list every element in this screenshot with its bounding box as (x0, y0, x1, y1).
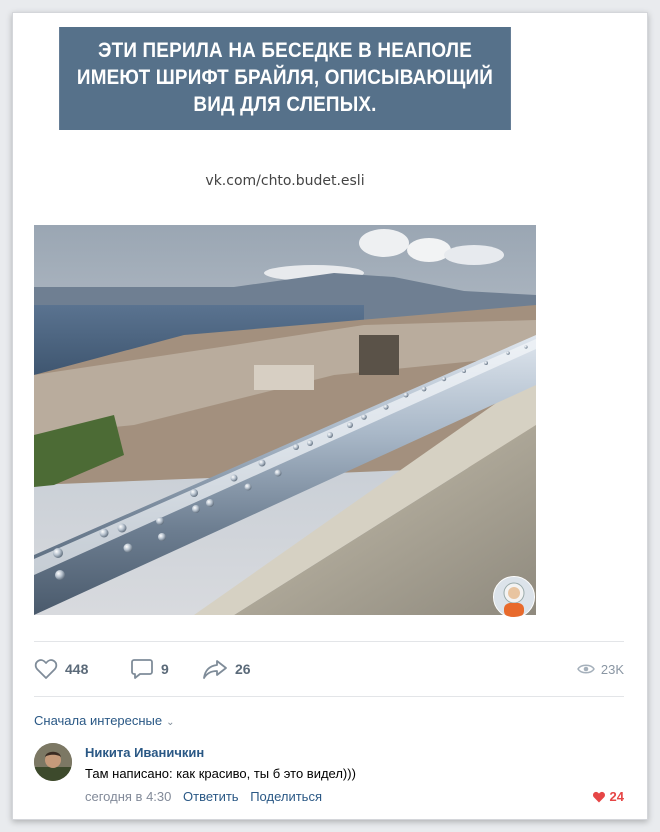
comment-text: Там написано: как красиво, ты б это виде… (85, 766, 356, 781)
post-card: ЭТИ ПЕРИЛА НА БЕСЕДКЕ В НЕАПОЛЕ ИМЕЮТ ШР… (12, 12, 648, 820)
banner-line: ИМЕЮТ ШРИФТ БРАЙЛЯ, ОПИСЫВАЮЩИЙ (76, 66, 494, 89)
share-count: 26 (235, 661, 251, 677)
avatar[interactable] (34, 743, 72, 781)
divider (34, 696, 624, 697)
banner-line: ЭТИ ПЕРИЛА НА БЕСЕДКЕ В НЕАПОЛЕ (97, 39, 473, 62)
source-watermark: vk.com/chto.budet.esli (205, 173, 365, 189)
comment-meta: сегодня в 4:30 Ответить Поделиться (85, 789, 322, 804)
braille-railing-photo (34, 225, 536, 615)
astronaut-avatar-icon[interactable] (493, 576, 535, 618)
like-button[interactable]: 448 (34, 655, 88, 683)
comment-sort-dropdown[interactable]: Сначала интересные ⌄ (34, 713, 175, 728)
views-counter: 23K (576, 655, 624, 683)
views-count: 23K (600, 661, 624, 677)
heart-icon (34, 659, 58, 679)
comment-time[interactable]: сегодня в 4:30 (85, 789, 171, 804)
post-photo[interactable] (34, 225, 536, 615)
comment-count: 9 (161, 661, 169, 677)
comment-button[interactable]: 9 (130, 655, 169, 683)
reply-link[interactable]: Ответить (183, 789, 239, 804)
like-count: 448 (65, 661, 89, 677)
eye-icon (576, 664, 595, 674)
divider (34, 641, 624, 642)
sort-label: Сначала интересные (34, 713, 163, 728)
banner-line: ВИД ДЛЯ СЛЕПЫХ. (193, 93, 377, 116)
comment-icon (131, 659, 153, 679)
share-arrow-icon (203, 660, 227, 679)
caption-banner: ЭТИ ПЕРИЛА НА БЕСЕДКЕ В НЕАПОЛЕ ИМЕЮТ ШР… (59, 27, 511, 130)
comment-item: Никита Иваничкин Там написано: как краси… (34, 743, 624, 809)
comment-like-count: 24 (609, 789, 624, 804)
heart-filled-icon (592, 791, 605, 802)
comment-author[interactable]: Никита Иваничкин (85, 745, 204, 760)
share-comment-link[interactable]: Поделиться (250, 789, 322, 804)
chevron-down-icon: ⌄ (166, 717, 175, 728)
comment-like-button[interactable]: 24 (592, 789, 624, 804)
share-button[interactable]: 26 (202, 655, 251, 683)
post-actions: 448 9 26 23K (34, 655, 624, 683)
